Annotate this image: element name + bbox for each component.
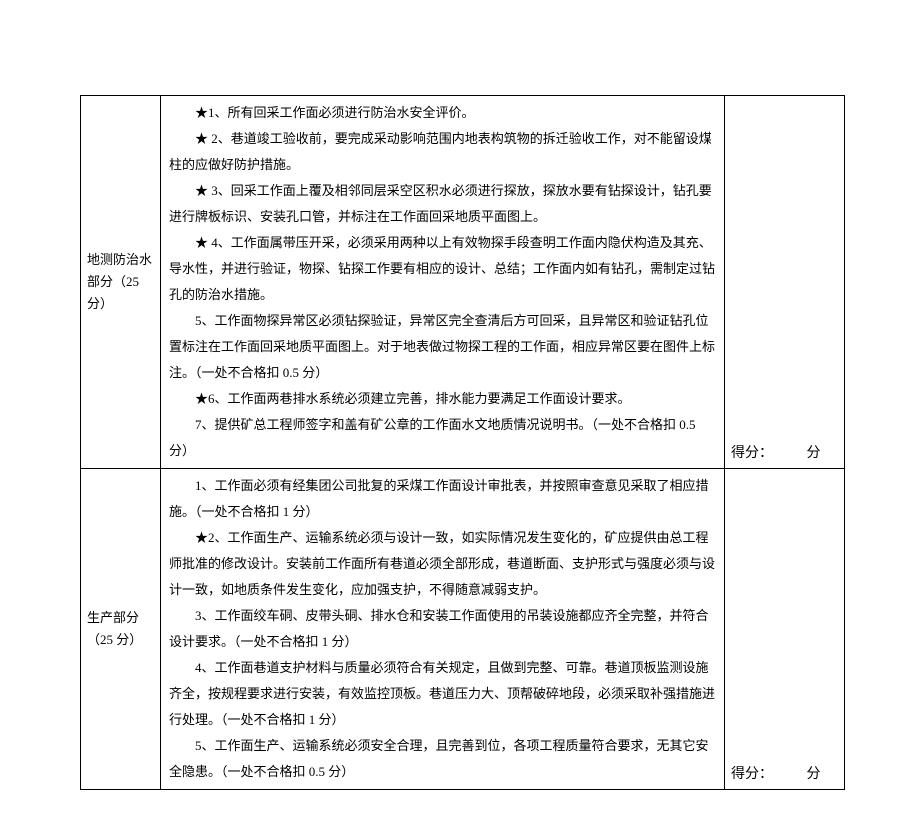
assessment-table: 地测防治水部分（25 分） ★1、所有回采工作面必须进行防治水安全评价。 ★ 2…: [80, 95, 845, 790]
list-item: 1、工作面必须有经集团公司批复的采煤工作面设计审批表，并按照审查意见采取了相应措…: [169, 473, 716, 525]
list-item: ★ 4、工作面属带压开采，必须采用两种以上有效物探手段查明工作面内隐伏构造及其充…: [169, 230, 716, 308]
score-label: 得分：: [731, 763, 773, 783]
list-item: 7、提供矿总工程师签字和盖有矿公章的工作面水文地质情况说明书。（一处不合格扣 0…: [169, 412, 716, 464]
score-unit: 分: [807, 442, 821, 462]
score-cell: 得分： 分: [725, 469, 845, 790]
score-unit: 分: [807, 763, 821, 783]
score-label: 得分：: [731, 442, 773, 462]
list-item: ★ 3、回采工作面上覆及相邻同层采空区积水必须进行探放，探放水要有钻探设计，钻孔…: [169, 178, 716, 230]
list-item: 5、工作面物探异常区必须钻探验证，异常区完全查清后方可回采，且异常区和验证钻孔位…: [169, 308, 716, 386]
section-label: 地测防治水部分（25 分）: [81, 96, 161, 469]
list-item: ★1、所有回采工作面必须进行防治水安全评价。: [169, 100, 716, 126]
list-item: 5、工作面生产、运输系统必须安全合理，且完善到位，各项工程质量符合要求，无其它安…: [169, 733, 716, 785]
list-item: ★2、工作面生产、运输系统必须与设计一致，如实际情况发生变化的，矿应提供由总工程…: [169, 525, 716, 603]
list-item: ★6、工作面两巷排水系统必须建立完善，排水能力要满足工作面设计要求。: [169, 386, 716, 412]
section-content: 1、工作面必须有经集团公司批复的采煤工作面设计审批表，并按照审查意见采取了相应措…: [161, 469, 725, 790]
table-row: 生产部分（25 分） 1、工作面必须有经集团公司批复的采煤工作面设计审批表，并按…: [81, 469, 845, 790]
list-item: 3、工作面绞车硐、皮带头硐、排水仓和安装工作面使用的吊装设施都应齐全完整，并符合…: [169, 603, 716, 655]
section-content: ★1、所有回采工作面必须进行防治水安全评价。 ★ 2、巷道竣工验收前，要完成采动…: [161, 96, 725, 469]
table-row: 地测防治水部分（25 分） ★1、所有回采工作面必须进行防治水安全评价。 ★ 2…: [81, 96, 845, 469]
section-label: 生产部分（25 分）: [81, 469, 161, 790]
list-item: 4、工作面巷道支护材料与质量必须符合有关规定，且做到完整、可靠。巷道顶板监测设施…: [169, 655, 716, 733]
score-cell: 得分： 分: [725, 96, 845, 469]
list-item: ★ 2、巷道竣工验收前，要完成采动影响范围内地表构筑物的拆迁验收工作，对不能留设…: [169, 126, 716, 178]
